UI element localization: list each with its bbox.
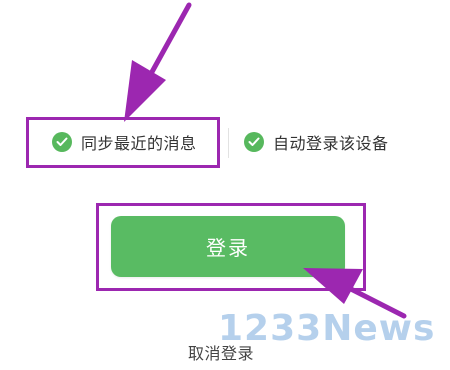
auto-login-device-label: 自动登录该设备 bbox=[273, 134, 389, 153]
login-button[interactable]: 登录 bbox=[111, 216, 345, 277]
sync-recent-messages-label: 同步最近的消息 bbox=[81, 134, 197, 153]
auto-login-device-option[interactable]: 自动登录该设备 bbox=[244, 128, 389, 156]
check-circle-icon[interactable] bbox=[52, 132, 72, 152]
check-circle-icon[interactable] bbox=[244, 132, 264, 152]
annotation-arrows bbox=[124, 2, 407, 319]
option-divider bbox=[228, 128, 229, 158]
arrow-to-sync-option bbox=[124, 2, 192, 122]
login-confirm-screen: 同步最近的消息 自动登录该设备 登录 取消登录 1233News bbox=[0, 0, 450, 370]
sync-recent-messages-option[interactable]: 同步最近的消息 bbox=[52, 128, 197, 156]
cancel-login-link[interactable]: 取消登录 bbox=[188, 340, 254, 364]
